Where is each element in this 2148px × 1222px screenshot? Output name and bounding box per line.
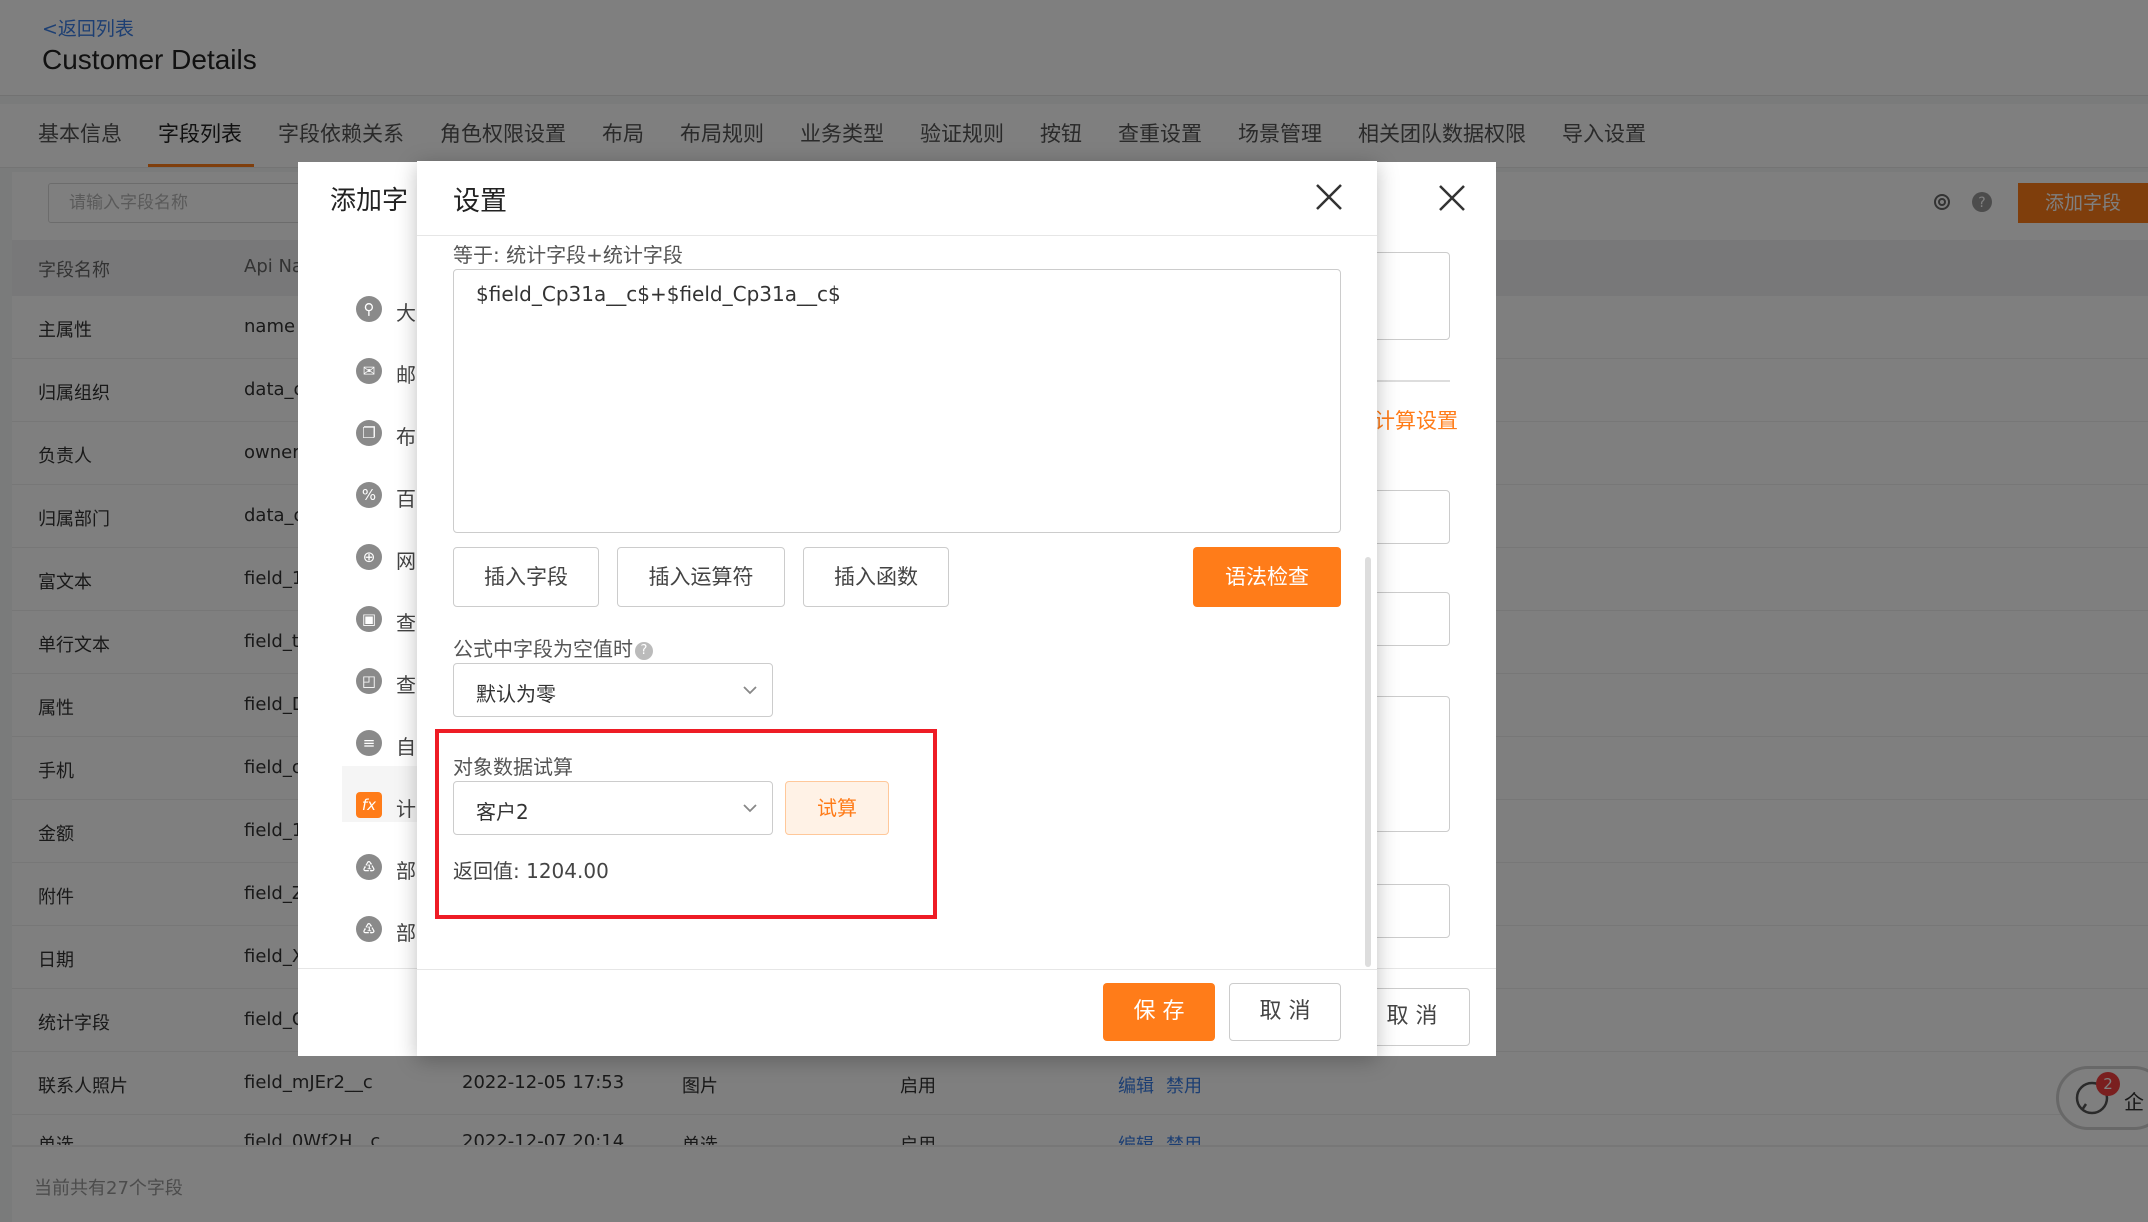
sidebar-item-field-type[interactable]: ◰ 查 <box>356 668 426 698</box>
percent-icon: % <box>356 482 382 508</box>
add-field-dialog-title: 添加字 <box>330 186 409 216</box>
return-value-text: 返回值: 1204.00 <box>453 859 609 883</box>
sidebar-item-field-type[interactable]: ⚲ 大 <box>356 296 426 326</box>
null-handling-select[interactable]: 默认为零 <box>453 663 773 717</box>
save-button[interactable]: 保 存 <box>1103 983 1215 1041</box>
sidebar-item-label: 部 <box>396 921 416 945</box>
globe-icon: ⊕ <box>356 544 382 570</box>
paperclip-icon: ⚲ <box>356 296 382 322</box>
sidebar-item-label: 邮 <box>396 363 416 387</box>
lookup2-icon: ◰ <box>356 668 382 694</box>
sidebar-item-label: 布 <box>396 425 416 449</box>
sidebar-item-label: 百 <box>396 487 416 511</box>
dialog-scrollbar[interactable] <box>1365 557 1371 967</box>
sidebar-item-label: 网 <box>396 549 416 573</box>
sidebar-item-field-type[interactable]: % 百 <box>356 482 426 512</box>
sidebar-item-label: 自 <box>396 735 416 759</box>
dept-icon: ♳ <box>356 854 382 880</box>
null-value-label: 公式中字段为空值时? <box>453 633 653 662</box>
trial-object-value: 客户2 <box>476 800 529 824</box>
sidebar-item-label: 查 <box>396 673 416 697</box>
cancel-button[interactable]: 取 消 <box>1229 983 1341 1041</box>
trial-calc-button[interactable]: 试算 <box>785 781 889 835</box>
sidebar-item-label: 查 <box>396 611 416 635</box>
close-icon[interactable] <box>1309 177 1349 217</box>
sidebar-item-label: 大 <box>396 301 416 325</box>
sidebar-item-label: 部 <box>396 859 416 883</box>
chevron-down-icon <box>743 804 757 813</box>
sidebar-item-field-type[interactable]: ⊕ 网 <box>356 544 426 574</box>
sidebar-item-field-type[interactable]: ✉ 邮 <box>356 358 426 388</box>
insert-function-button[interactable]: 插入函数 <box>803 547 949 607</box>
sidebar-item-field-type[interactable]: ♳ 部 <box>356 916 426 946</box>
layout-icon: ❐ <box>356 420 382 446</box>
insert-operator-button[interactable]: 插入运算符 <box>617 547 785 607</box>
formula-editor[interactable]: $field_Cp31a__c$+$field_Cp31a__c$ <box>453 269 1341 533</box>
fx-icon: fx <box>356 792 382 818</box>
lookup-icon: ▣ <box>356 606 382 632</box>
trial-object-select[interactable]: 客户2 <box>453 781 773 835</box>
dialog-header-divider <box>417 235 1377 236</box>
calc-settings-link[interactable]: 计算设置 <box>1374 405 1458 435</box>
dept2-icon: ♳ <box>356 916 382 942</box>
sidebar-item-label: 计 <box>396 797 416 821</box>
list-icon: ≡ <box>356 730 382 756</box>
sidebar-item-field-type[interactable]: ▣ 查 <box>356 606 426 636</box>
question-icon[interactable]: ? <box>635 642 653 660</box>
sidebar-item-field-type[interactable]: ≡ 自 <box>356 730 426 760</box>
sidebar-item-field-type[interactable]: ♳ 部 <box>356 854 426 884</box>
mail-icon: ✉ <box>356 358 382 384</box>
trial-label: 对象数据试算 <box>453 755 573 779</box>
insert-field-button[interactable]: 插入字段 <box>453 547 599 607</box>
dialog-footer-divider <box>417 969 1377 970</box>
formula-label: 等于: 统计字段+统计字段 <box>453 243 683 267</box>
add-field-close-icon[interactable] <box>1432 178 1472 218</box>
settings-dialog-title: 设置 <box>453 186 507 217</box>
chevron-down-icon <box>743 686 757 695</box>
sidebar-item-field-type[interactable]: ❐ 布 <box>356 420 426 450</box>
sidebar-item-calc-field[interactable]: fx 计 <box>356 792 426 822</box>
syntax-check-button[interactable]: 语法检查 <box>1193 547 1341 607</box>
null-handling-value: 默认为零 <box>476 682 556 706</box>
settings-dialog: 设置 等于: 统计字段+统计字段 $field_Cp31a__c$+$field… <box>417 161 1377 1056</box>
null-value-label-text: 公式中字段为空值时 <box>453 637 633 661</box>
